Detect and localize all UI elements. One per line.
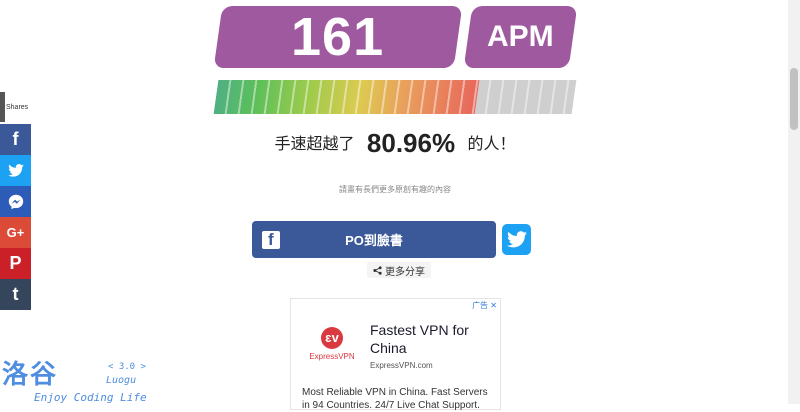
score-box: 161 [213,6,463,68]
share-sidebar-toggle[interactable] [0,92,5,122]
sidebar-share-messenger[interactable] [0,186,31,217]
messenger-icon [8,194,24,210]
speed-bar-stripes [213,80,577,114]
sidebar-share-tumblr[interactable]: t [0,279,31,310]
score-value: 161 [291,7,385,67]
result-prefix: 手速超越了 [274,136,355,153]
more-share-label: 更多分享 [385,266,425,278]
ad-banner[interactable]: 广告 ✕ ɛv ExpressVPN Fastest VPN for China… [290,298,501,411]
result-line: 手速超越了 80.96% 的人！ [0,128,790,159]
luogu-version: < 3.0 > [108,362,146,372]
pinterest-icon: P [9,253,22,273]
twitter-share-button[interactable] [502,224,531,255]
facebook-icon: f [12,129,19,149]
google-plus-icon: G+ [6,225,25,240]
author-note: 請畫有長們更多原創有趣的內容 [339,185,451,194]
result-suffix: 的人！ [467,136,516,153]
tumblr-icon: t [12,284,19,304]
ad-domain[interactable]: ExpressVPN.com [370,361,433,370]
sidebar-share-twitter[interactable] [0,155,31,186]
score-unit-box: APM [463,6,578,68]
ad-close-button[interactable]: 广告 ✕ [472,300,497,311]
facebook-share-label: PO到臉書 [345,233,403,248]
more-share-button[interactable]: 更多分享 [367,262,431,278]
facebook-share-button[interactable]: PO到臉書 [252,221,496,258]
scrollbar-thumb[interactable] [790,68,798,130]
share-icon [373,265,382,275]
ad-brand: ExpressVPN [309,352,355,361]
expressvpn-logo-icon: ɛv [321,327,343,349]
sidebar-share-facebook[interactable]: f [0,124,31,155]
luogu-logo: 洛谷 [2,360,59,390]
sidebar-share-pinterest[interactable]: P [0,248,31,279]
ad-label: 广告 [472,301,489,310]
shares-count-label: Shares [6,104,29,111]
ad-description: Most Reliable VPN in China. Fast Servers… [302,387,488,411]
luogu-slogan: Enjoy Coding Life [34,391,147,404]
page-scrollbar[interactable] [788,0,800,404]
score-unit: APM [487,20,554,53]
ad-logo: ɛv ExpressVPN [305,327,359,361]
sidebar-share-google-plus[interactable]: G+ [0,217,31,248]
speed-bar [213,80,577,114]
facebook-icon [262,230,280,250]
luogu-name: Luogu [106,375,137,386]
ad-title[interactable]: Fastest VPN for China [370,321,490,357]
result-percent: 80.96% [366,128,456,158]
luogu-watermark: 洛谷 < 3.0 > Luogu Enjoy Coding Life [0,354,160,404]
twitter-icon [7,164,24,177]
twitter-icon [506,231,527,248]
